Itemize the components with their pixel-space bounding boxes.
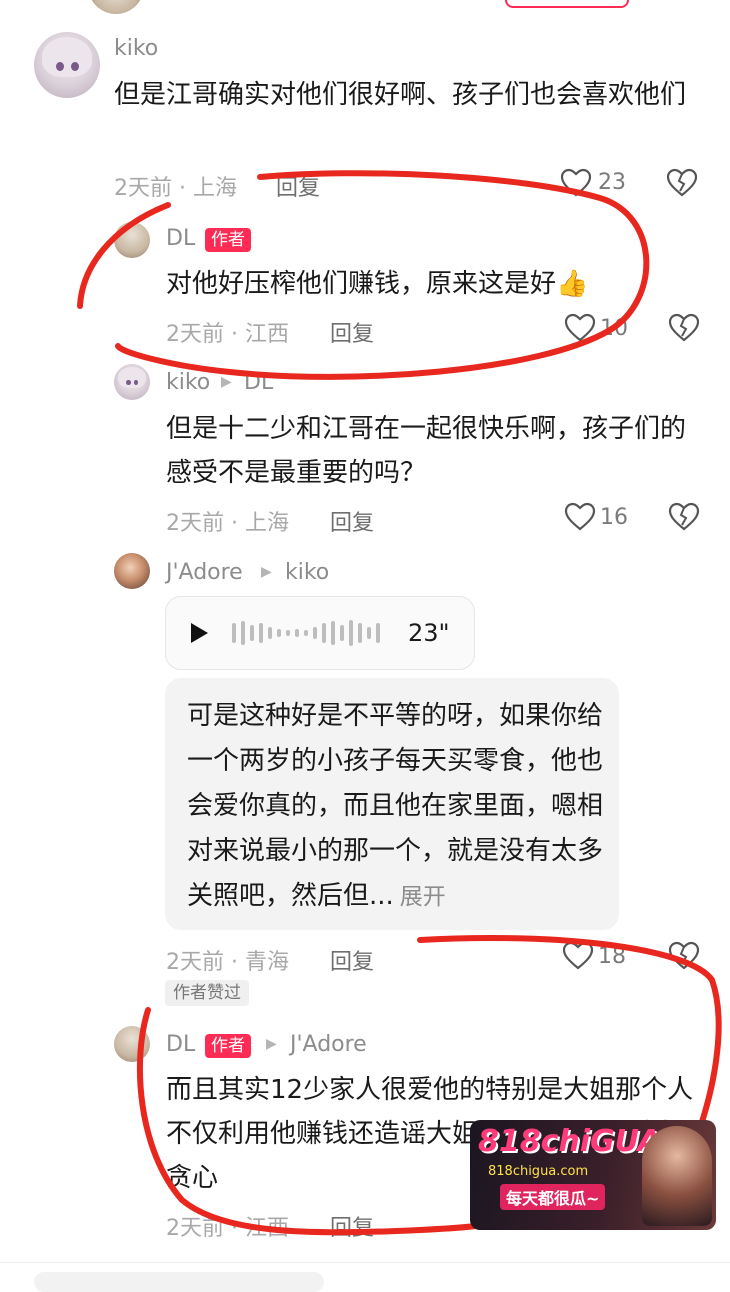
watermark-figure xyxy=(642,1126,712,1226)
comment-meta: 2天前 · 上海 xyxy=(114,176,237,201)
like-icon[interactable] xyxy=(560,168,592,198)
bottom-bar-divider xyxy=(0,1262,730,1263)
comment-text: 但是十二少和江哥在一起很快乐啊，孩子们的感受不是最重要的吗？ xyxy=(166,414,687,488)
avatar-cropped[interactable] xyxy=(88,0,144,14)
like-icon[interactable] xyxy=(564,313,596,343)
reply-button[interactable]: 回复 xyxy=(330,1210,374,1242)
like-count: 10 xyxy=(600,316,628,341)
avatar[interactable] xyxy=(34,32,100,98)
dislike-icon[interactable] xyxy=(668,313,700,343)
watermark-logo: 818chiGUA 818chigua.com 每天都很瓜~ xyxy=(470,1120,716,1230)
dislike-icon[interactable] xyxy=(668,502,700,532)
like-count: 18 xyxy=(598,944,626,969)
avatar[interactable] xyxy=(114,222,150,258)
expand-link[interactable]: 展开 xyxy=(400,884,446,910)
watermark-brand: 818chiGUA xyxy=(478,1124,661,1159)
watermark-site: 818chigua.com xyxy=(488,1164,589,1179)
comment-input-cropped[interactable] xyxy=(34,1272,324,1292)
play-icon[interactable] xyxy=(188,621,210,645)
voice-transcript-bubble[interactable]: 可是这种好是不平等的呀，如果你给一个两岁的小孩子每天买零食，他也会爱你真的，而且… xyxy=(165,678,619,930)
like-count: 16 xyxy=(600,505,628,530)
voice-duration: 23" xyxy=(408,619,450,647)
follow-button-cropped[interactable] xyxy=(505,0,629,8)
avatar[interactable] xyxy=(114,553,150,589)
comment-text: 可是这种好是不平等的呀，如果你给一个两岁的小孩子每天买零食，他也会爱你真的，而且… xyxy=(187,694,605,920)
comment-text: 对他好压榨他们赚钱，原来这是好👍 xyxy=(166,269,589,299)
comment-text: 但是江哥确实对他们很好啊、孩子们也会喜欢他们 xyxy=(114,80,687,110)
comment-author[interactable]: J'Adore xyxy=(166,560,243,585)
dislike-icon[interactable] xyxy=(668,941,700,971)
reply-button[interactable]: 回复 xyxy=(330,505,374,537)
liked-by-author-tag: 作者赞过 xyxy=(165,980,249,1006)
avatar[interactable] xyxy=(114,1026,150,1062)
reply-arrow-icon: ▶ xyxy=(221,374,232,390)
comment-author[interactable]: DL xyxy=(166,1032,195,1057)
avatar[interactable] xyxy=(114,364,150,400)
comment-author[interactable]: DL xyxy=(166,226,195,251)
reply-to-user[interactable]: J'Adore xyxy=(290,1032,367,1057)
like-icon[interactable] xyxy=(564,502,596,532)
watermark-slogan: 每天都很瓜~ xyxy=(500,1184,606,1210)
comment-author[interactable]: kiko xyxy=(114,36,158,61)
like-count: 23 xyxy=(598,170,626,195)
reply-arrow-icon: ▶ xyxy=(261,564,272,580)
like-icon[interactable] xyxy=(562,941,594,971)
reply-arrow-icon: ▶ xyxy=(266,1036,277,1052)
dislike-icon[interactable] xyxy=(666,168,698,198)
comment-meta: 2天前 · 江西 xyxy=(166,1216,289,1241)
comment-meta: 2天前 · 上海 xyxy=(166,511,289,536)
voice-message[interactable]: 23" xyxy=(165,596,475,670)
comment-meta: 2天前 · 江西 xyxy=(166,322,289,347)
reply-to-user[interactable]: kiko xyxy=(285,560,329,585)
reply-button[interactable]: 回复 xyxy=(330,316,374,348)
comment-meta: 2天前 · 青海 xyxy=(166,950,289,975)
comment-author[interactable]: kiko xyxy=(166,370,210,395)
reply-to-user[interactable]: DL xyxy=(244,370,273,395)
author-badge: 作者 xyxy=(205,1034,251,1058)
waveform-icon xyxy=(232,620,380,646)
reply-button[interactable]: 回复 xyxy=(276,170,320,202)
comment-text-body: 可是这种好是不平等的呀，如果你给一个两岁的小孩子每天买零食，他也会爱你真的，而且… xyxy=(187,701,604,911)
author-badge: 作者 xyxy=(205,228,251,252)
reply-button[interactable]: 回复 xyxy=(330,944,374,976)
